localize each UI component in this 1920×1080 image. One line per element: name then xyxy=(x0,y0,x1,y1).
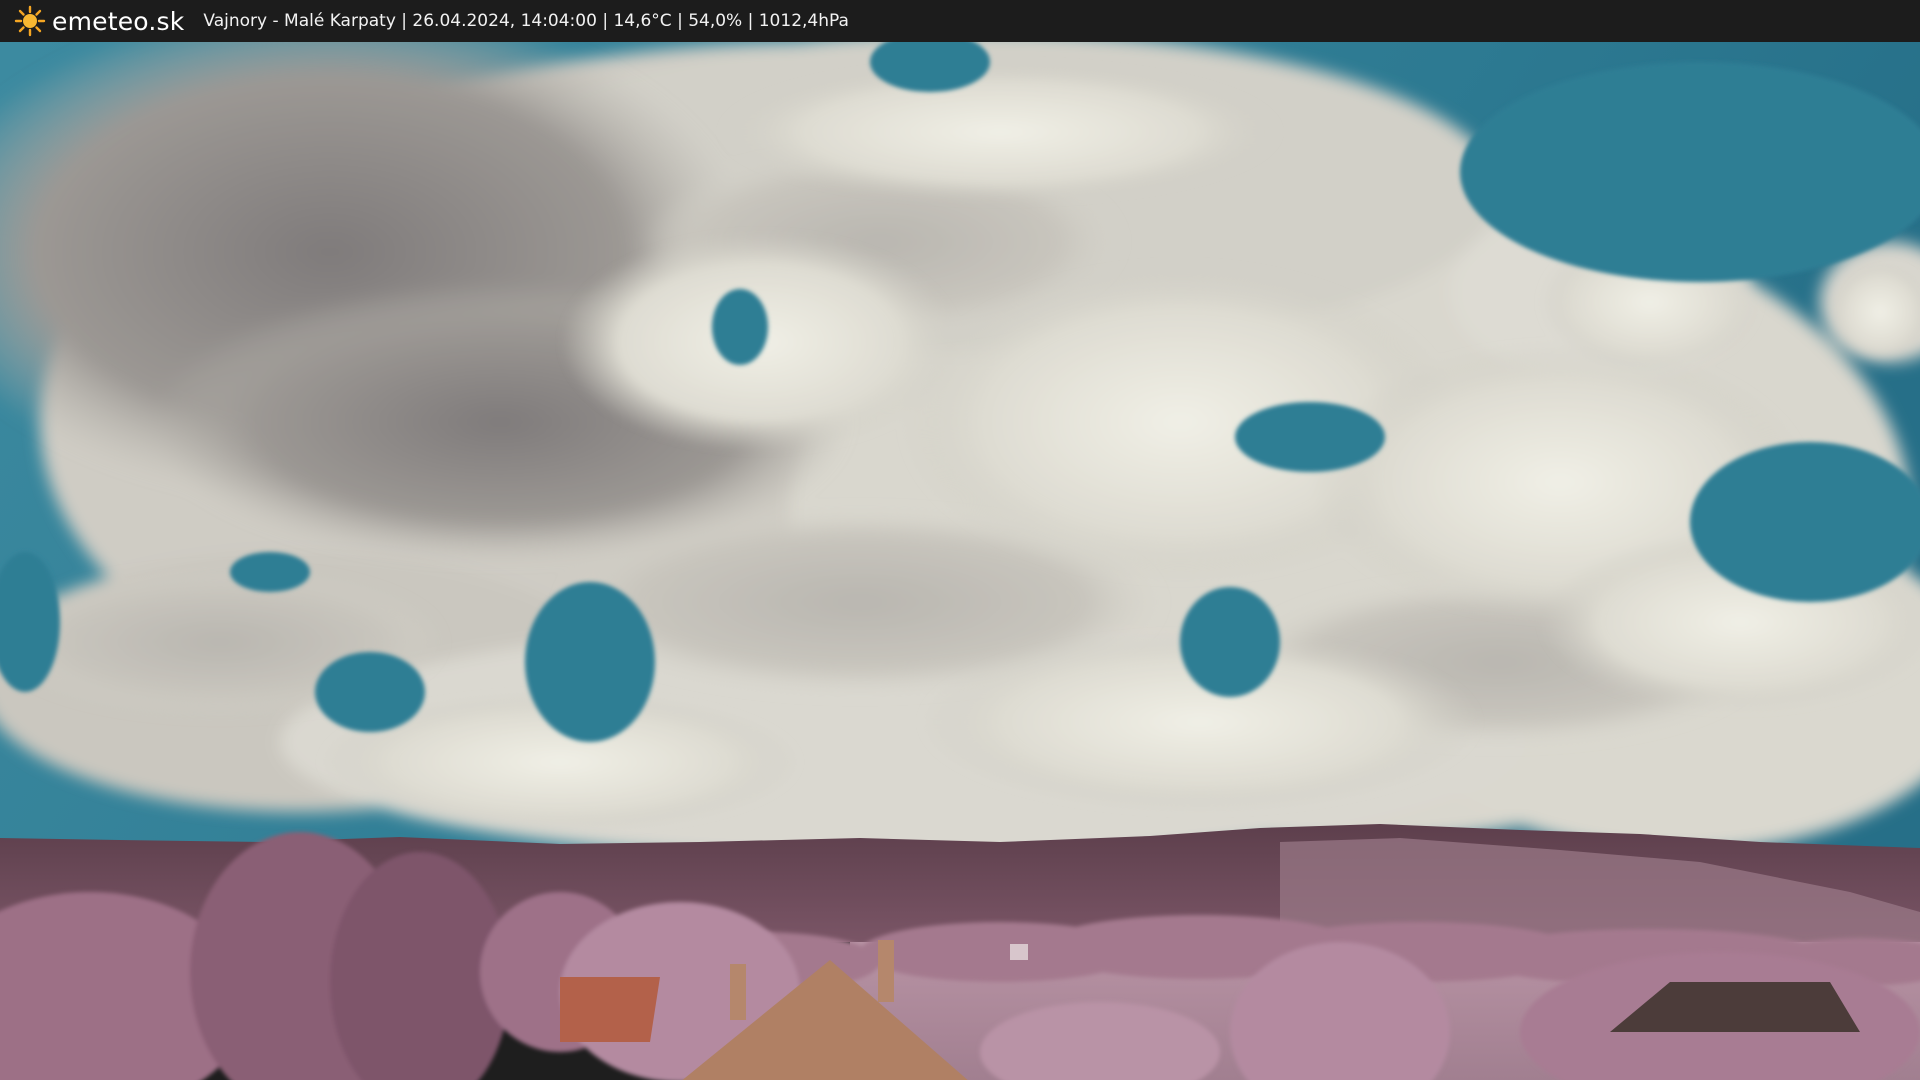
brand-name: emeteo.sk xyxy=(52,6,185,36)
webcam-image xyxy=(0,42,1920,1080)
sun-icon xyxy=(14,5,46,37)
header-bar: emeteo.sk Vajnory - Malé Karpaty | 26.04… xyxy=(0,0,1920,42)
site-logo[interactable]: emeteo.sk xyxy=(14,0,184,42)
station-info: Vajnory - Malé Karpaty | 26.04.2024, 14:… xyxy=(203,11,849,31)
